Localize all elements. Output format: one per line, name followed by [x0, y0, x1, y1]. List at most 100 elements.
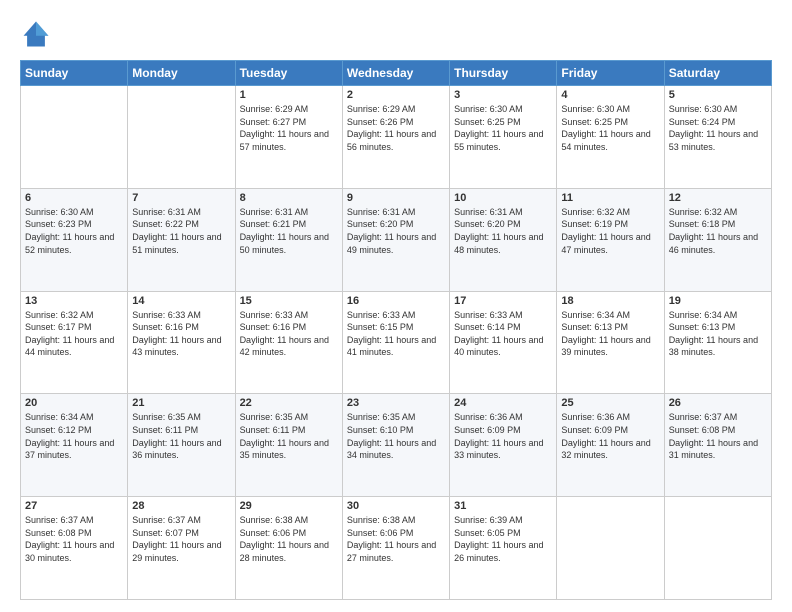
daylight-text: Daylight: 11 hours and 29 minutes.	[132, 540, 221, 563]
daylight-text: Daylight: 11 hours and 48 minutes.	[454, 232, 543, 255]
daylight-text: Daylight: 11 hours and 44 minutes.	[25, 335, 114, 358]
calendar-cell: 26 Sunrise: 6:37 AM Sunset: 6:08 PM Dayl…	[664, 394, 771, 497]
calendar-cell: 25 Sunrise: 6:36 AM Sunset: 6:09 PM Dayl…	[557, 394, 664, 497]
sunset-text: Sunset: 6:14 PM	[454, 322, 521, 332]
day-number: 29	[240, 500, 338, 512]
day-number: 20	[25, 397, 123, 409]
day-number: 2	[347, 89, 445, 101]
day-number: 12	[669, 192, 767, 204]
day-number: 15	[240, 295, 338, 307]
day-number: 24	[454, 397, 552, 409]
day-info: Sunrise: 6:32 AM Sunset: 6:19 PM Dayligh…	[561, 206, 659, 256]
sunset-text: Sunset: 6:26 PM	[347, 117, 414, 127]
day-number: 14	[132, 295, 230, 307]
day-number: 31	[454, 500, 552, 512]
daylight-text: Daylight: 11 hours and 33 minutes.	[454, 438, 543, 461]
sunset-text: Sunset: 6:13 PM	[669, 322, 736, 332]
day-number: 13	[25, 295, 123, 307]
sunset-text: Sunset: 6:09 PM	[561, 425, 628, 435]
daylight-text: Daylight: 11 hours and 38 minutes.	[669, 335, 758, 358]
sunset-text: Sunset: 6:20 PM	[454, 219, 521, 229]
day-number: 9	[347, 192, 445, 204]
sunset-text: Sunset: 6:15 PM	[347, 322, 414, 332]
calendar-cell: 11 Sunrise: 6:32 AM Sunset: 6:19 PM Dayl…	[557, 188, 664, 291]
calendar-table: SundayMondayTuesdayWednesdayThursdayFrid…	[20, 60, 772, 600]
day-info: Sunrise: 6:35 AM Sunset: 6:11 PM Dayligh…	[132, 411, 230, 461]
day-info: Sunrise: 6:31 AM Sunset: 6:20 PM Dayligh…	[347, 206, 445, 256]
sunrise-text: Sunrise: 6:30 AM	[669, 104, 738, 114]
calendar-cell: 28 Sunrise: 6:37 AM Sunset: 6:07 PM Dayl…	[128, 497, 235, 600]
daylight-text: Daylight: 11 hours and 50 minutes.	[240, 232, 329, 255]
daylight-text: Daylight: 11 hours and 37 minutes.	[25, 438, 114, 461]
sunrise-text: Sunrise: 6:34 AM	[561, 310, 630, 320]
day-info: Sunrise: 6:30 AM Sunset: 6:25 PM Dayligh…	[454, 103, 552, 153]
sunrise-text: Sunrise: 6:32 AM	[669, 207, 738, 217]
day-info: Sunrise: 6:30 AM Sunset: 6:23 PM Dayligh…	[25, 206, 123, 256]
sunrise-text: Sunrise: 6:30 AM	[454, 104, 523, 114]
day-number: 22	[240, 397, 338, 409]
sunrise-text: Sunrise: 6:34 AM	[669, 310, 738, 320]
day-number: 10	[454, 192, 552, 204]
weekday-header: Saturday	[664, 61, 771, 86]
calendar-cell: 6 Sunrise: 6:30 AM Sunset: 6:23 PM Dayli…	[21, 188, 128, 291]
day-number: 5	[669, 89, 767, 101]
sunset-text: Sunset: 6:16 PM	[132, 322, 199, 332]
sunrise-text: Sunrise: 6:33 AM	[132, 310, 201, 320]
sunset-text: Sunset: 6:20 PM	[347, 219, 414, 229]
sunset-text: Sunset: 6:08 PM	[669, 425, 736, 435]
sunrise-text: Sunrise: 6:35 AM	[347, 412, 416, 422]
sunset-text: Sunset: 6:05 PM	[454, 528, 521, 538]
day-info: Sunrise: 6:34 AM Sunset: 6:13 PM Dayligh…	[669, 309, 767, 359]
sunset-text: Sunset: 6:11 PM	[132, 425, 198, 435]
calendar-cell: 17 Sunrise: 6:33 AM Sunset: 6:14 PM Dayl…	[450, 291, 557, 394]
day-number: 19	[669, 295, 767, 307]
sunset-text: Sunset: 6:08 PM	[25, 528, 92, 538]
sunrise-text: Sunrise: 6:32 AM	[25, 310, 94, 320]
daylight-text: Daylight: 11 hours and 43 minutes.	[132, 335, 221, 358]
calendar-cell: 12 Sunrise: 6:32 AM Sunset: 6:18 PM Dayl…	[664, 188, 771, 291]
sunset-text: Sunset: 6:21 PM	[240, 219, 307, 229]
daylight-text: Daylight: 11 hours and 42 minutes.	[240, 335, 329, 358]
calendar-cell: 21 Sunrise: 6:35 AM Sunset: 6:11 PM Dayl…	[128, 394, 235, 497]
day-number: 18	[561, 295, 659, 307]
daylight-text: Daylight: 11 hours and 49 minutes.	[347, 232, 436, 255]
daylight-text: Daylight: 11 hours and 54 minutes.	[561, 129, 650, 152]
sunrise-text: Sunrise: 6:36 AM	[454, 412, 523, 422]
calendar-cell: 14 Sunrise: 6:33 AM Sunset: 6:16 PM Dayl…	[128, 291, 235, 394]
calendar-cell	[21, 86, 128, 189]
daylight-text: Daylight: 11 hours and 36 minutes.	[132, 438, 221, 461]
calendar-cell: 24 Sunrise: 6:36 AM Sunset: 6:09 PM Dayl…	[450, 394, 557, 497]
calendar-cell: 30 Sunrise: 6:38 AM Sunset: 6:06 PM Dayl…	[342, 497, 449, 600]
daylight-text: Daylight: 11 hours and 47 minutes.	[561, 232, 650, 255]
calendar-cell: 15 Sunrise: 6:33 AM Sunset: 6:16 PM Dayl…	[235, 291, 342, 394]
sunset-text: Sunset: 6:18 PM	[669, 219, 736, 229]
sunrise-text: Sunrise: 6:33 AM	[347, 310, 416, 320]
sunset-text: Sunset: 6:23 PM	[25, 219, 92, 229]
day-info: Sunrise: 6:29 AM Sunset: 6:27 PM Dayligh…	[240, 103, 338, 153]
calendar-week-row: 1 Sunrise: 6:29 AM Sunset: 6:27 PM Dayli…	[21, 86, 772, 189]
day-info: Sunrise: 6:36 AM Sunset: 6:09 PM Dayligh…	[561, 411, 659, 461]
sunset-text: Sunset: 6:27 PM	[240, 117, 307, 127]
calendar-week-row: 27 Sunrise: 6:37 AM Sunset: 6:08 PM Dayl…	[21, 497, 772, 600]
calendar-cell: 3 Sunrise: 6:30 AM Sunset: 6:25 PM Dayli…	[450, 86, 557, 189]
weekday-header: Monday	[128, 61, 235, 86]
day-number: 8	[240, 192, 338, 204]
sunset-text: Sunset: 6:13 PM	[561, 322, 628, 332]
calendar-cell	[664, 497, 771, 600]
calendar-cell: 13 Sunrise: 6:32 AM Sunset: 6:17 PM Dayl…	[21, 291, 128, 394]
daylight-text: Daylight: 11 hours and 40 minutes.	[454, 335, 543, 358]
sunrise-text: Sunrise: 6:35 AM	[132, 412, 201, 422]
header	[20, 18, 772, 50]
calendar-cell: 20 Sunrise: 6:34 AM Sunset: 6:12 PM Dayl…	[21, 394, 128, 497]
day-number: 6	[25, 192, 123, 204]
calendar-cell: 18 Sunrise: 6:34 AM Sunset: 6:13 PM Dayl…	[557, 291, 664, 394]
sunset-text: Sunset: 6:16 PM	[240, 322, 307, 332]
calendar-cell: 31 Sunrise: 6:39 AM Sunset: 6:05 PM Dayl…	[450, 497, 557, 600]
calendar-cell: 23 Sunrise: 6:35 AM Sunset: 6:10 PM Dayl…	[342, 394, 449, 497]
day-info: Sunrise: 6:39 AM Sunset: 6:05 PM Dayligh…	[454, 514, 552, 564]
sunset-text: Sunset: 6:12 PM	[25, 425, 92, 435]
day-info: Sunrise: 6:31 AM Sunset: 6:22 PM Dayligh…	[132, 206, 230, 256]
daylight-text: Daylight: 11 hours and 31 minutes.	[669, 438, 758, 461]
sunrise-text: Sunrise: 6:37 AM	[669, 412, 738, 422]
day-number: 17	[454, 295, 552, 307]
